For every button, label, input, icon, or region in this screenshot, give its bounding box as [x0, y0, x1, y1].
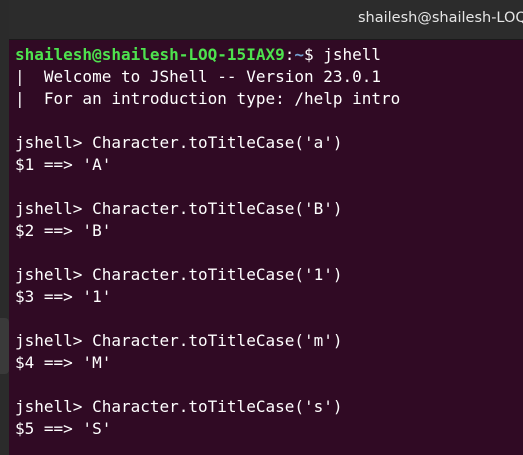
prompt-user-host: shailesh@shailesh-LOQ-15IAX9 — [15, 45, 285, 64]
prompt-command: jshell — [323, 45, 382, 64]
prompt-path: ~ — [294, 45, 304, 64]
dock-strip — [0, 0, 9, 455]
banner-help-line: | For an introduction type: /help intro — [15, 89, 401, 108]
jshell-output-line: $3 ==> '1' — [15, 287, 112, 306]
prompt-symbol: $ — [304, 45, 324, 64]
jshell-input-line: jshell> Character.toTitleCase('m') — [15, 331, 343, 350]
jshell-output-line: $5 ==> 'S' — [15, 419, 112, 438]
terminal-titlebar[interactable]: shailesh@shailesh-LOQ-1 — [9, 0, 523, 40]
jshell-output-line: $2 ==> 'B' — [15, 221, 112, 240]
jshell-input-line: jshell> Character.toTitleCase('1') — [15, 265, 343, 284]
window-title: shailesh@shailesh-LOQ-1 — [358, 10, 523, 26]
jshell-input-line: jshell> Character.toTitleCase('B') — [15, 199, 343, 218]
dock-app-tile[interactable] — [0, 318, 9, 374]
jshell-output-line: $4 ==> 'M' — [15, 353, 112, 372]
shell-prompt-line: shailesh@shailesh-LOQ-15IAX9:~$ jshell — [15, 44, 381, 66]
jshell-input-line: jshell> Character.toTitleCase('s') — [15, 397, 343, 416]
prompt-colon: : — [284, 45, 295, 64]
terminal-output[interactable]: shailesh@shailesh-LOQ-15IAX9:~$ jshell |… — [9, 40, 523, 455]
jshell-input-line: jshell> Character.toTitleCase('a') — [15, 133, 343, 152]
jshell-output-line: $1 ==> 'A' — [15, 155, 112, 174]
banner-welcome-line: | Welcome to JShell -- Version 23.0.1 — [15, 67, 382, 86]
